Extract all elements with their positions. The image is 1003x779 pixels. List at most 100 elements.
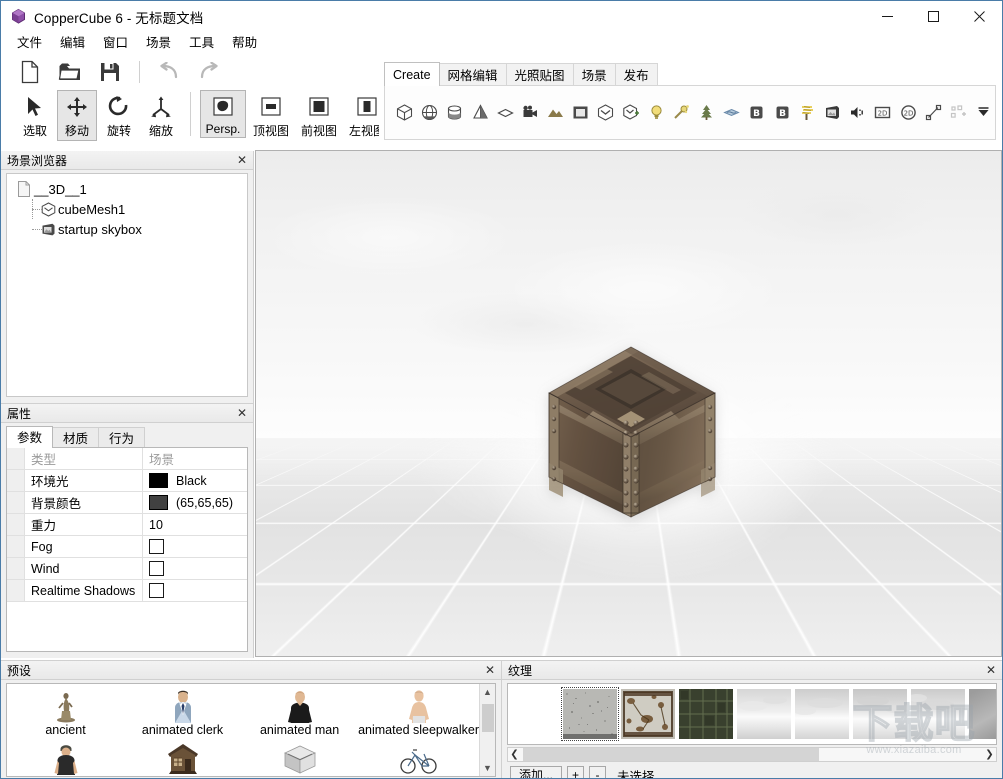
prop-fog-value-cell[interactable] [143, 536, 247, 557]
texture-minus-button[interactable]: - [589, 766, 606, 779]
add-mesh-copy-icon[interactable] [620, 100, 643, 126]
texture-green-tiles[interactable] [678, 688, 734, 740]
texture-sky-3[interactable] [852, 688, 908, 740]
open-document-button[interactable] [55, 58, 85, 86]
add-image-icon[interactable] [821, 100, 844, 126]
top-view-button[interactable]: 顶视图 [248, 90, 294, 141]
prop-ambient-light-value-cell[interactable]: Black [143, 470, 247, 491]
texture-sky-2[interactable] [794, 688, 850, 740]
prop-tab-material[interactable]: 材质 [52, 427, 99, 448]
preset-animated-clerk[interactable]: animated clerk [124, 687, 241, 739]
scene-node-cubemesh1[interactable]: cubeMesh1 [12, 199, 247, 219]
presets-vertical-scrollbar[interactable]: ▲ ▼ [479, 684, 495, 776]
select-tool[interactable]: 选取 [15, 90, 55, 141]
texture-sky-4[interactable] [910, 688, 966, 740]
presets-scroll-up-icon[interactable]: ▲ [480, 684, 496, 700]
textures-scroll-right-icon[interactable]: ❯ [983, 748, 996, 761]
texture-sky-1[interactable] [736, 688, 792, 740]
add-particle-system-icon[interactable] [670, 100, 693, 126]
prop-wind[interactable]: Wind [7, 558, 247, 580]
textures-close-icon[interactable]: ✕ [984, 663, 998, 677]
add-billboard-icon[interactable]: B [745, 100, 768, 126]
menu-file[interactable]: 文件 [9, 33, 50, 53]
preset-ancient[interactable]: ancient [7, 687, 124, 739]
add-camera-icon[interactable] [519, 100, 542, 126]
menu-tools[interactable]: 工具 [181, 33, 222, 53]
add-plane-icon[interactable] [494, 100, 517, 126]
tab-scene[interactable]: 场景 [573, 63, 616, 86]
texture-concrete[interactable] [562, 688, 618, 740]
preset-row2-3[interactable] [241, 739, 358, 777]
presets-close-icon[interactable]: ✕ [483, 663, 497, 677]
add-mesh-icon[interactable] [594, 100, 617, 126]
prop-fog[interactable]: Fog [7, 536, 247, 558]
scene-graph-close-icon[interactable]: ✕ [235, 153, 249, 167]
ambient-light-color-swatch[interactable] [149, 473, 168, 488]
menu-window[interactable]: 窗口 [95, 33, 136, 53]
perspective-view-button[interactable]: Persp. [200, 90, 246, 138]
preset-row2-4[interactable] [358, 739, 479, 777]
add-water-icon[interactable] [720, 100, 743, 126]
prop-realtime-shadows[interactable]: Realtime Shadows [7, 580, 247, 602]
properties-close-icon[interactable]: ✕ [235, 406, 249, 420]
rusty-metal-crate-object[interactable] [543, 337, 719, 527]
prop-tab-behavior[interactable]: 行为 [98, 427, 145, 448]
textures-scroll-left-icon[interactable]: ❮ [508, 748, 521, 761]
menu-scene[interactable]: 场景 [138, 33, 179, 53]
add-sphere-icon[interactable] [418, 100, 441, 126]
3d-viewport[interactable] [255, 150, 1002, 657]
add-light-icon[interactable] [645, 100, 668, 126]
textures-scroll-thumb[interactable] [523, 748, 819, 761]
prop-realtime-shadows-value-cell[interactable] [143, 580, 247, 601]
texture-rusty-metal[interactable] [620, 688, 676, 740]
redo-button[interactable] [194, 58, 224, 86]
texture-sky-5[interactable] [968, 688, 997, 740]
fog-checkbox[interactable] [149, 539, 164, 554]
prop-tab-parameters[interactable]: 参数 [6, 426, 53, 448]
menu-help[interactable]: 帮助 [224, 33, 265, 53]
undo-button[interactable] [154, 58, 184, 86]
tab-mesh-edit[interactable]: 网格编辑 [439, 63, 507, 86]
scale-tool[interactable]: 缩放 [141, 90, 181, 141]
add-terrain-icon[interactable] [544, 100, 567, 126]
add-2d-overlay-icon[interactable]: 2D [871, 100, 894, 126]
texture-plus-button[interactable]: + [567, 766, 584, 779]
move-tool[interactable]: 移动 [57, 90, 97, 141]
presets-scroll-thumb[interactable] [482, 704, 494, 732]
add-cylinder-icon[interactable] [443, 100, 466, 126]
textures-scroll-track[interactable] [521, 748, 983, 761]
add-cone-icon[interactable] [469, 100, 492, 126]
minimize-button[interactable] [864, 1, 910, 32]
save-document-button[interactable] [95, 58, 125, 86]
tab-lightmap[interactable]: 光照贴图 [506, 63, 574, 86]
scene-graph-tree[interactable]: __3D__1 cubeMesh1 [6, 173, 248, 397]
preset-animated-sleepwalker[interactable]: animated sleepwalker [358, 687, 479, 739]
tab-create[interactable]: Create [384, 62, 440, 86]
rotate-tool[interactable]: 旋转 [99, 90, 139, 141]
prop-background-color[interactable]: 背景颜色 (65,65,65) [7, 492, 247, 514]
maximize-button[interactable] [910, 1, 956, 32]
add-cube-icon[interactable] [393, 100, 416, 126]
add-2d-sprite-icon[interactable]: 2D [896, 100, 919, 126]
scene-node-skybox[interactable]: startup skybox [12, 219, 247, 239]
preset-row2-2[interactable] [124, 739, 241, 777]
add-texture-button[interactable]: 添加... [510, 766, 562, 779]
prop-gravity-value[interactable]: 10 [143, 514, 247, 535]
add-skybox-icon[interactable] [569, 100, 592, 126]
scene-root-node[interactable]: __3D__1 [12, 179, 247, 199]
add-grass-icon[interactable] [796, 100, 819, 126]
prop-wind-value-cell[interactable] [143, 558, 247, 579]
prop-background-color-value-cell[interactable]: (65,65,65) [143, 492, 247, 513]
textures-horizontal-scrollbar[interactable]: ❮ ❯ [507, 747, 997, 762]
realtime-shadows-checkbox[interactable] [149, 583, 164, 598]
front-view-button[interactable]: 前视图 [296, 90, 342, 141]
add-sound-icon[interactable] [846, 100, 869, 126]
wind-checkbox[interactable] [149, 561, 164, 576]
add-billboard-text-icon[interactable]: B [771, 100, 794, 126]
add-tree-icon[interactable] [695, 100, 718, 126]
menu-edit[interactable]: 编辑 [52, 33, 93, 53]
close-button[interactable] [956, 1, 1002, 32]
background-color-swatch[interactable] [149, 495, 168, 510]
more-objects-dropdown-icon[interactable] [972, 100, 995, 126]
preset-row2-1[interactable] [7, 739, 124, 777]
